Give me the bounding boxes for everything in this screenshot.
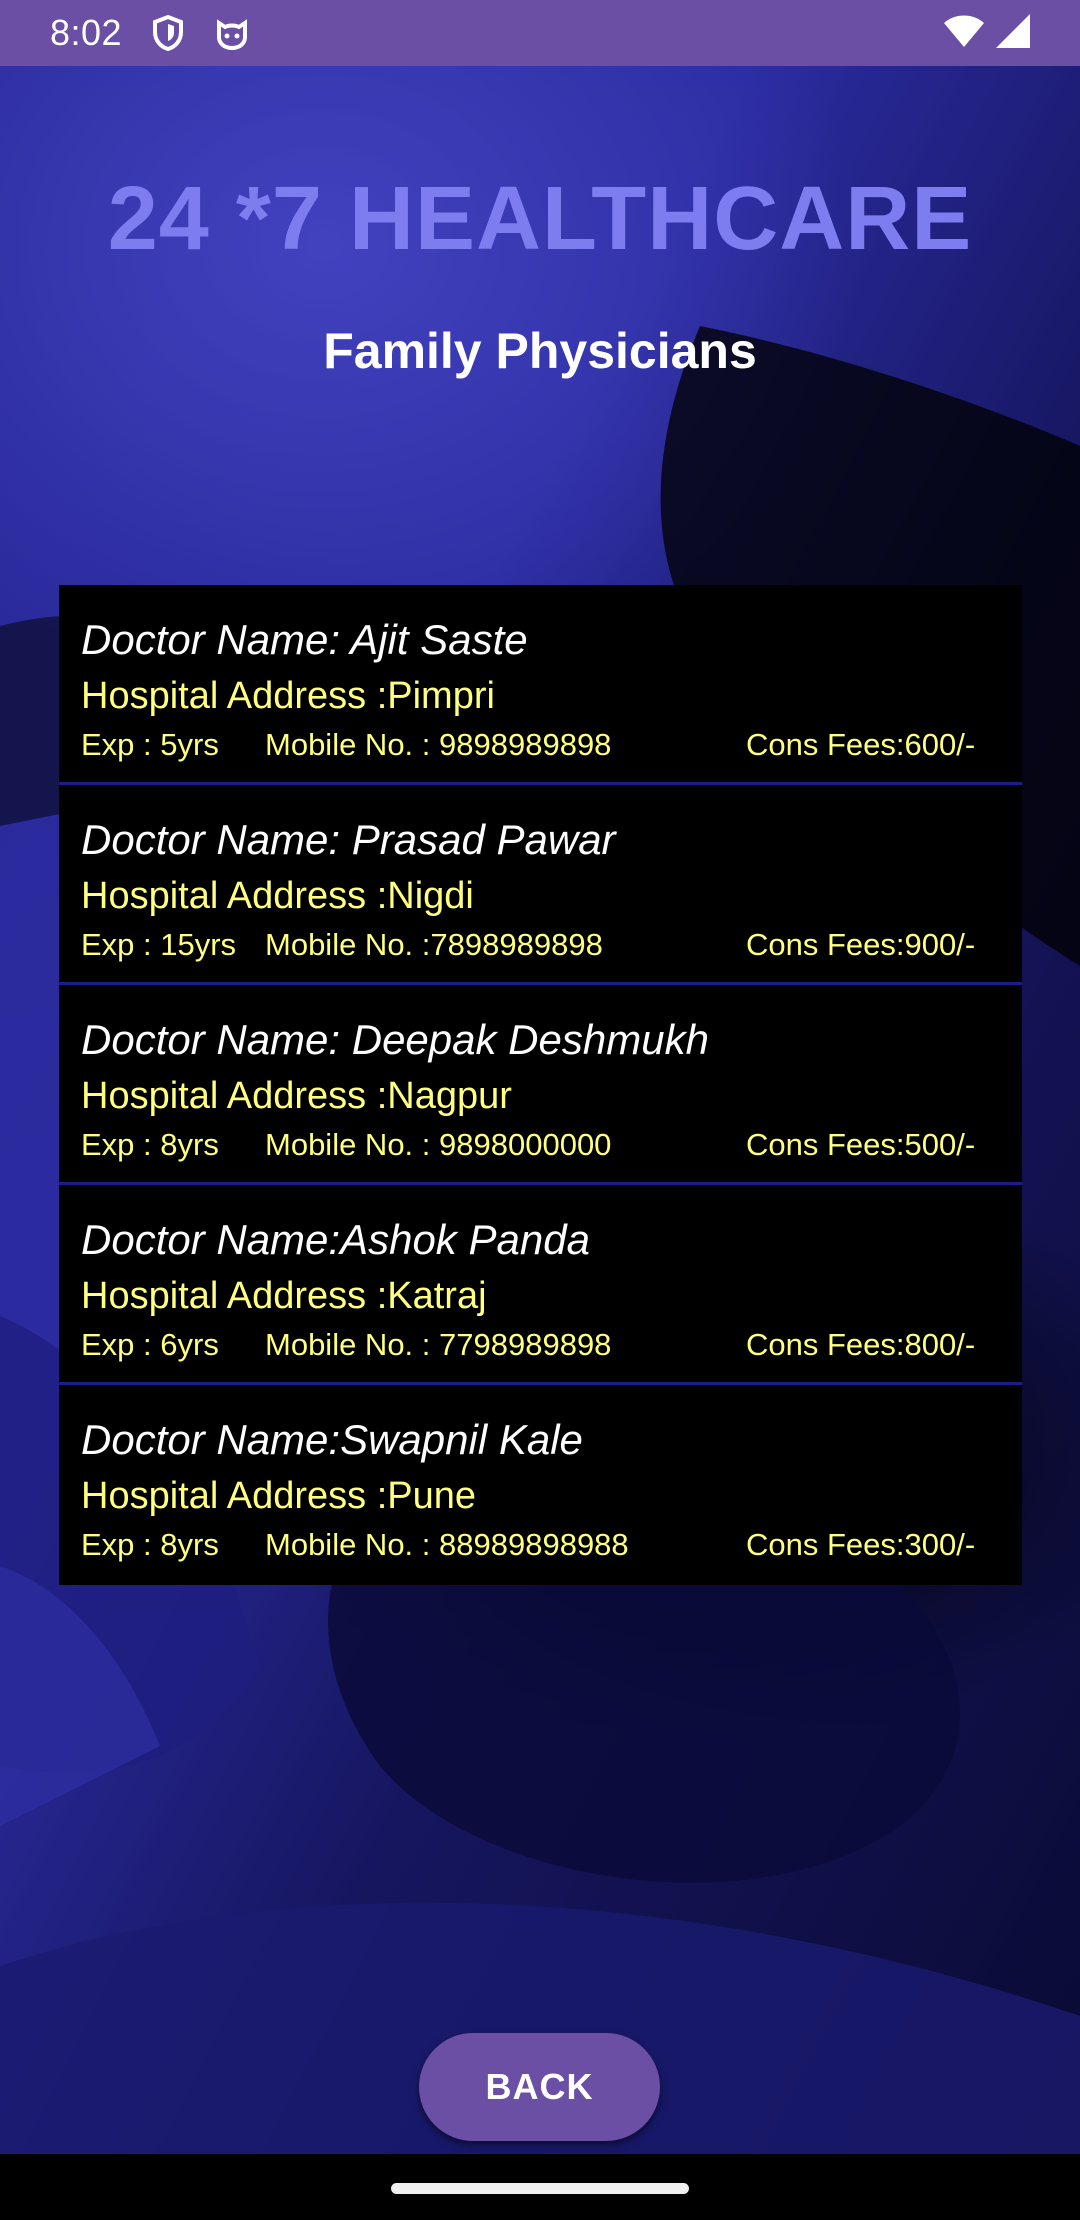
experience-text: Exp : 5yrs xyxy=(81,727,219,762)
doctor-details: Exp : 8yrs Mobile No. : 9898000000 Cons … xyxy=(81,1123,1000,1167)
consultation-fees: Cons Fees:800/- xyxy=(746,1327,976,1362)
page-subtitle: Family Physicians xyxy=(323,323,757,379)
doctor-name: Doctor Name: Deepak Deshmukh xyxy=(81,1016,709,1063)
status-time: 8:02 xyxy=(50,12,123,53)
doctor-details: Exp : 8yrs Mobile No. : 88989898988 Cons… xyxy=(81,1523,1000,1567)
doctor-name: Doctor Name:Ashok Panda xyxy=(81,1216,590,1263)
mobile-number: Mobile No. : 7798989898 xyxy=(265,1327,612,1362)
doctor-name: Doctor Name: Ajit Saste xyxy=(81,616,528,663)
wifi-icon xyxy=(944,14,984,53)
doctor-details: Exp : 5yrs Mobile No. : 9898989898 Cons … xyxy=(81,723,1000,767)
mobile-number: Mobile No. : 9898989898 xyxy=(265,727,612,762)
consultation-fees: Cons Fees:900/- xyxy=(746,927,976,962)
back-button[interactable]: BACK xyxy=(419,2033,660,2141)
doctor-name: Doctor Name: Prasad Pawar xyxy=(81,816,616,863)
home-indicator[interactable] xyxy=(391,2183,689,2194)
doctor-card[interactable]: Doctor Name:Ashok Panda Hospital Address… xyxy=(59,1185,1022,1385)
experience-text: Exp : 8yrs xyxy=(81,1127,219,1162)
experience-text: Exp : 6yrs xyxy=(81,1327,219,1362)
doctor-card[interactable]: Doctor Name: Deepak Deshmukh Hospital Ad… xyxy=(59,985,1022,1185)
doctor-details: Exp : 6yrs Mobile No. : 7798989898 Cons … xyxy=(81,1323,1000,1367)
signal-icon xyxy=(996,13,1030,53)
mobile-number: Mobile No. : 88989898988 xyxy=(265,1527,629,1562)
doctor-list[interactable]: Doctor Name: Ajit Saste Hospital Address… xyxy=(59,585,1022,1585)
doctor-card[interactable]: Doctor Name: Ajit Saste Hospital Address… xyxy=(59,585,1022,785)
experience-text: Exp : 15yrs xyxy=(81,927,237,962)
hospital-address: Hospital Address :Pune xyxy=(81,1475,477,1517)
consultation-fees: Cons Fees:500/- xyxy=(746,1127,976,1162)
cat-face-icon xyxy=(214,15,250,51)
doctor-details: Exp : 15yrs Mobile No. :7898989898 Cons … xyxy=(81,923,1000,967)
experience-text: Exp : 8yrs xyxy=(81,1527,219,1562)
app-title: 24 *7 HEALTHCARE xyxy=(107,169,973,269)
hospital-address: Hospital Address :Katraj xyxy=(81,1275,487,1317)
hospital-address: Hospital Address :Nagpur xyxy=(81,1075,512,1117)
status-bar: 8:02 xyxy=(0,0,1080,66)
doctor-name: Doctor Name:Swapnil Kale xyxy=(81,1416,583,1463)
mobile-number: Mobile No. :7898989898 xyxy=(265,927,603,962)
navigation-bar xyxy=(0,2154,1080,2220)
consultation-fees: Cons Fees:300/- xyxy=(746,1527,976,1562)
hospital-address: Hospital Address :Nigdi xyxy=(81,875,474,917)
doctor-card[interactable]: Doctor Name:Swapnil Kale Hospital Addres… xyxy=(59,1385,1022,1585)
doctor-card[interactable]: Doctor Name: Prasad Pawar Hospital Addre… xyxy=(59,785,1022,985)
shield-icon xyxy=(150,15,186,51)
mobile-number: Mobile No. : 9898000000 xyxy=(265,1127,612,1162)
consultation-fees: Cons Fees:600/- xyxy=(746,727,976,762)
hospital-address: Hospital Address :Pimpri xyxy=(81,675,495,717)
